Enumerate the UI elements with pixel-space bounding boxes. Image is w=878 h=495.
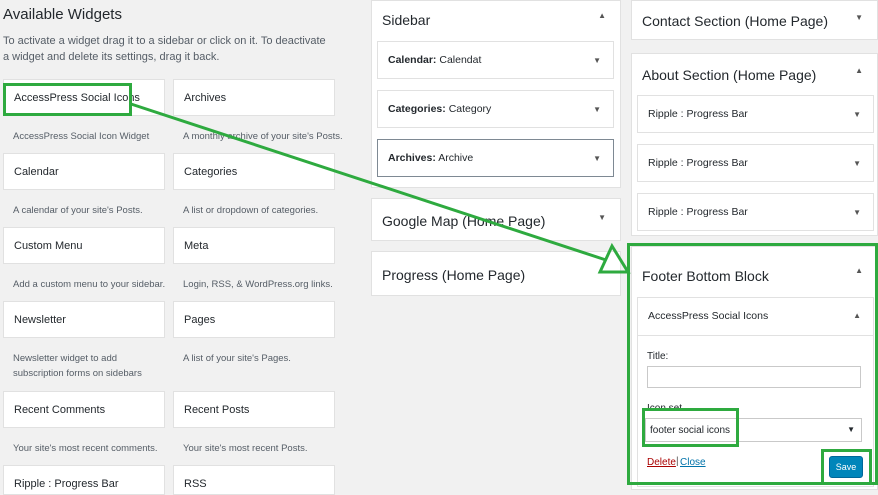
about-widget-progress-bar-2[interactable]: Ripple : Progress Bar ▼ (637, 144, 874, 182)
caret-up-icon[interactable]: ▲ (855, 66, 863, 75)
sidebar-widget-calendar[interactable]: Calendar: Calendat ▼ (377, 41, 614, 79)
widget-title: Categories (184, 166, 238, 178)
widget-description: Login, RSS, & WordPress.org links. (183, 279, 333, 290)
widget-recent-comments[interactable]: Recent Comments (3, 391, 165, 428)
contact-section-title: Contact Section (Home Page) (642, 13, 828, 29)
widget-description: A list or dropdown of categories. (183, 205, 319, 216)
widget-title: Pages (184, 314, 216, 326)
widget-description: A monthly archive of your site's Posts. (183, 131, 343, 142)
widget-name: Calendat (439, 54, 482, 66)
google-map-title: Google Map (Home Page) (382, 213, 546, 229)
caret-down-icon[interactable]: ▼ (593, 56, 601, 65)
caret-down-icon[interactable]: ▼ (598, 213, 606, 222)
title-label: Title: (647, 351, 669, 362)
caret-up-icon[interactable]: ▲ (855, 266, 863, 275)
widget-type: Archives: (388, 152, 436, 164)
widget-title: Newsletter (14, 314, 66, 326)
about-widget-progress-bar-1[interactable]: Ripple : Progress Bar ▼ (637, 95, 874, 133)
widget-name: Ripple : Progress Bar (648, 157, 748, 169)
icon-set-select[interactable]: footer social icons ▼ (645, 418, 862, 442)
widget-title: Archives (184, 92, 227, 104)
widget-title: Recent Posts (184, 404, 250, 416)
title-input[interactable] (647, 366, 861, 388)
widget-description: AccessPress Social Icon Widget (13, 131, 150, 142)
widget-title: AccessPress Social Icons (14, 92, 140, 104)
widget-description: Your site's most recent comments. (13, 443, 158, 454)
widget-name: Archive (438, 152, 474, 164)
caret-down-icon[interactable]: ▼ (855, 13, 863, 22)
sidebar-widget-categories[interactable]: Categories: Category ▼ (377, 90, 614, 128)
caret-down-icon[interactable]: ▼ (853, 208, 861, 217)
google-map-panel[interactable]: Google Map (Home Page) ▼ (371, 198, 621, 241)
widget-form-title: AccessPress Social Icons (648, 310, 769, 322)
widget-newsletter[interactable]: Newsletter (3, 301, 165, 338)
sidebar-widget-archives[interactable]: Archives: Archive ▼ (377, 139, 614, 177)
caret-down-icon[interactable]: ▼ (593, 105, 601, 114)
widget-title: Meta (184, 240, 209, 252)
widget-custom-menu[interactable]: Custom Menu (3, 227, 165, 264)
widget-recent-posts[interactable]: Recent Posts (173, 391, 335, 428)
caret-down-icon[interactable]: ▼ (593, 154, 601, 163)
widget-pages[interactable]: Pages (173, 301, 335, 338)
caret-up-icon[interactable]: ▲ (598, 11, 606, 20)
widget-description: A calendar of your site's Posts. (13, 205, 143, 216)
contact-section-panel[interactable]: Contact Section (Home Page) ▼ (631, 0, 878, 40)
sidebar-title: Sidebar (382, 12, 431, 28)
widget-description: Add a custom menu to your sidebar. (13, 279, 166, 290)
close-link[interactable]: Close (680, 457, 706, 468)
widget-type: Categories: (388, 103, 446, 115)
widget-description: A list of your site's Pages. (183, 353, 291, 364)
available-widgets-panel: Available Widgets To activate a widget d… (0, 0, 345, 495)
progress-title: Progress (Home Page) (382, 267, 526, 283)
available-widgets-title: Available Widgets (3, 6, 122, 23)
caret-down-icon[interactable]: ▼ (853, 110, 861, 119)
widget-ripple-progress-bar[interactable]: Ripple : Progress Bar (3, 465, 165, 495)
widget-title: Ripple : Progress Bar (14, 478, 119, 490)
widget-description: Newsletter widget to add subscription fo… (13, 353, 142, 379)
widget-name: Ripple : Progress Bar (648, 206, 748, 218)
widget-title: Custom Menu (14, 240, 83, 252)
widget-form-header[interactable]: AccessPress Social Icons ▲ (638, 298, 873, 336)
about-section-title: About Section (Home Page) (642, 67, 817, 83)
widget-name: Category (448, 103, 492, 115)
chevron-down-icon: ▼ (847, 425, 855, 434)
widget-name: Ripple : Progress Bar (648, 108, 748, 120)
widget-accesspress-social-icons[interactable]: AccessPress Social Icons (3, 79, 165, 116)
widget-description: Your site's most recent Posts. (183, 443, 308, 454)
widget-categories[interactable]: Categories (173, 153, 335, 190)
widget-rss[interactable]: RSS (173, 465, 335, 495)
widget-archives[interactable]: Archives (173, 79, 335, 116)
widget-meta[interactable]: Meta (173, 227, 335, 264)
icon-set-value: footer social icons (650, 425, 731, 436)
about-widget-progress-bar-3[interactable]: Ripple : Progress Bar ▼ (637, 193, 874, 231)
widget-title: RSS (184, 478, 207, 490)
footer-bottom-title: Footer Bottom Block (642, 268, 769, 284)
caret-down-icon[interactable]: ▼ (853, 159, 861, 168)
widget-type: Calendar: (388, 54, 437, 66)
widget-calendar[interactable]: Calendar (3, 153, 165, 190)
link-separator: | (676, 456, 679, 467)
available-widgets-description: To activate a widget drag it to a sideba… (3, 35, 326, 63)
widget-title: Recent Comments (14, 404, 106, 416)
save-button[interactable]: Save (829, 456, 863, 478)
icon-set-label: Icon set (647, 403, 683, 414)
delete-link[interactable]: Delete (647, 457, 676, 468)
progress-panel[interactable]: Progress (Home Page) (371, 251, 621, 296)
widget-title: Calendar (14, 166, 59, 178)
caret-up-icon[interactable]: ▲ (853, 311, 861, 320)
